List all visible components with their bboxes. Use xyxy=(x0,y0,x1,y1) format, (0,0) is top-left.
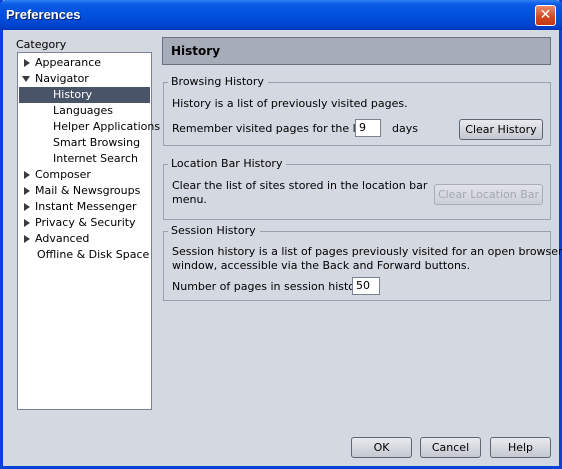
session-history-group: Session History Session history is a lis… xyxy=(163,224,562,301)
page-title: History xyxy=(162,37,551,65)
session-history-description-line2: window, accessible via the Back and Forw… xyxy=(172,259,471,272)
collapsed-twisty-icon[interactable] xyxy=(24,187,30,195)
location-bar-history-title: Location Bar History xyxy=(168,157,287,170)
cancel-button[interactable]: Cancel xyxy=(420,437,481,458)
tree-item-helper-applications[interactable]: Helper Applications xyxy=(19,119,160,135)
category-tree[interactable]: Appearance Navigator History Languages H… xyxy=(17,52,160,410)
tree-item-privacy-security[interactable]: Privacy & Security xyxy=(19,215,150,231)
tree-item-history[interactable]: History xyxy=(19,87,150,103)
collapsed-twisty-icon[interactable] xyxy=(24,203,30,211)
clear-location-bar-button[interactable]: Clear Location Bar xyxy=(434,184,543,205)
tree-item-instant-messenger[interactable]: Instant Messenger xyxy=(19,199,150,215)
tree-item-offline-disk-space[interactable]: Offline & Disk Space xyxy=(19,247,150,263)
tree-item-internet-search[interactable]: Internet Search xyxy=(19,151,150,167)
title-bar[interactable]: Preferences ✕ xyxy=(0,0,562,30)
collapsed-twisty-icon[interactable] xyxy=(24,235,30,243)
window-title: Preferences xyxy=(6,7,81,22)
tree-item-languages[interactable]: Languages xyxy=(19,103,150,119)
close-icon[interactable]: ✕ xyxy=(535,5,556,26)
category-label: Category xyxy=(16,38,67,51)
ok-button[interactable]: OK xyxy=(351,437,412,458)
browsing-history-description: History is a list of previously visited … xyxy=(172,97,408,110)
session-pages-label: Number of pages in session history: xyxy=(172,280,369,293)
preferences-window: Preferences ✕ Category Appearance Naviga… xyxy=(0,0,562,469)
browsing-history-group: Browsing History History is a list of pr… xyxy=(163,75,551,146)
session-history-title: Session History xyxy=(168,224,260,237)
collapsed-twisty-icon[interactable] xyxy=(24,219,30,227)
help-button[interactable]: Help xyxy=(490,437,551,458)
remember-pages-label: Remember visited pages for the last xyxy=(172,122,373,135)
location-bar-description-line1: Clear the list of sites stored in the lo… xyxy=(172,179,428,192)
expanded-twisty-icon[interactable] xyxy=(22,76,30,82)
session-history-description-line1: Session history is a list of pages previ… xyxy=(172,245,562,258)
session-pages-input[interactable]: 50 xyxy=(352,277,380,295)
tree-item-composer[interactable]: Composer xyxy=(19,167,150,183)
history-days-input[interactable]: 9 xyxy=(355,119,381,137)
tree-item-advanced[interactable]: Advanced xyxy=(19,231,150,247)
browsing-history-title: Browsing History xyxy=(168,75,268,88)
tree-item-navigator[interactable]: Navigator xyxy=(19,71,150,87)
collapsed-twisty-icon[interactable] xyxy=(24,59,30,67)
tree-item-appearance[interactable]: Appearance xyxy=(19,55,150,71)
clear-history-button[interactable]: Clear History xyxy=(459,119,543,140)
location-bar-history-group: Location Bar History Clear the list of s… xyxy=(163,157,551,220)
collapsed-twisty-icon[interactable] xyxy=(24,171,30,179)
tree-item-smart-browsing[interactable]: Smart Browsing xyxy=(19,135,150,151)
days-unit-label: days xyxy=(392,122,418,135)
location-bar-description-line2: menu. xyxy=(172,193,207,206)
tree-item-mail-newsgroups[interactable]: Mail & Newsgroups xyxy=(19,183,150,199)
